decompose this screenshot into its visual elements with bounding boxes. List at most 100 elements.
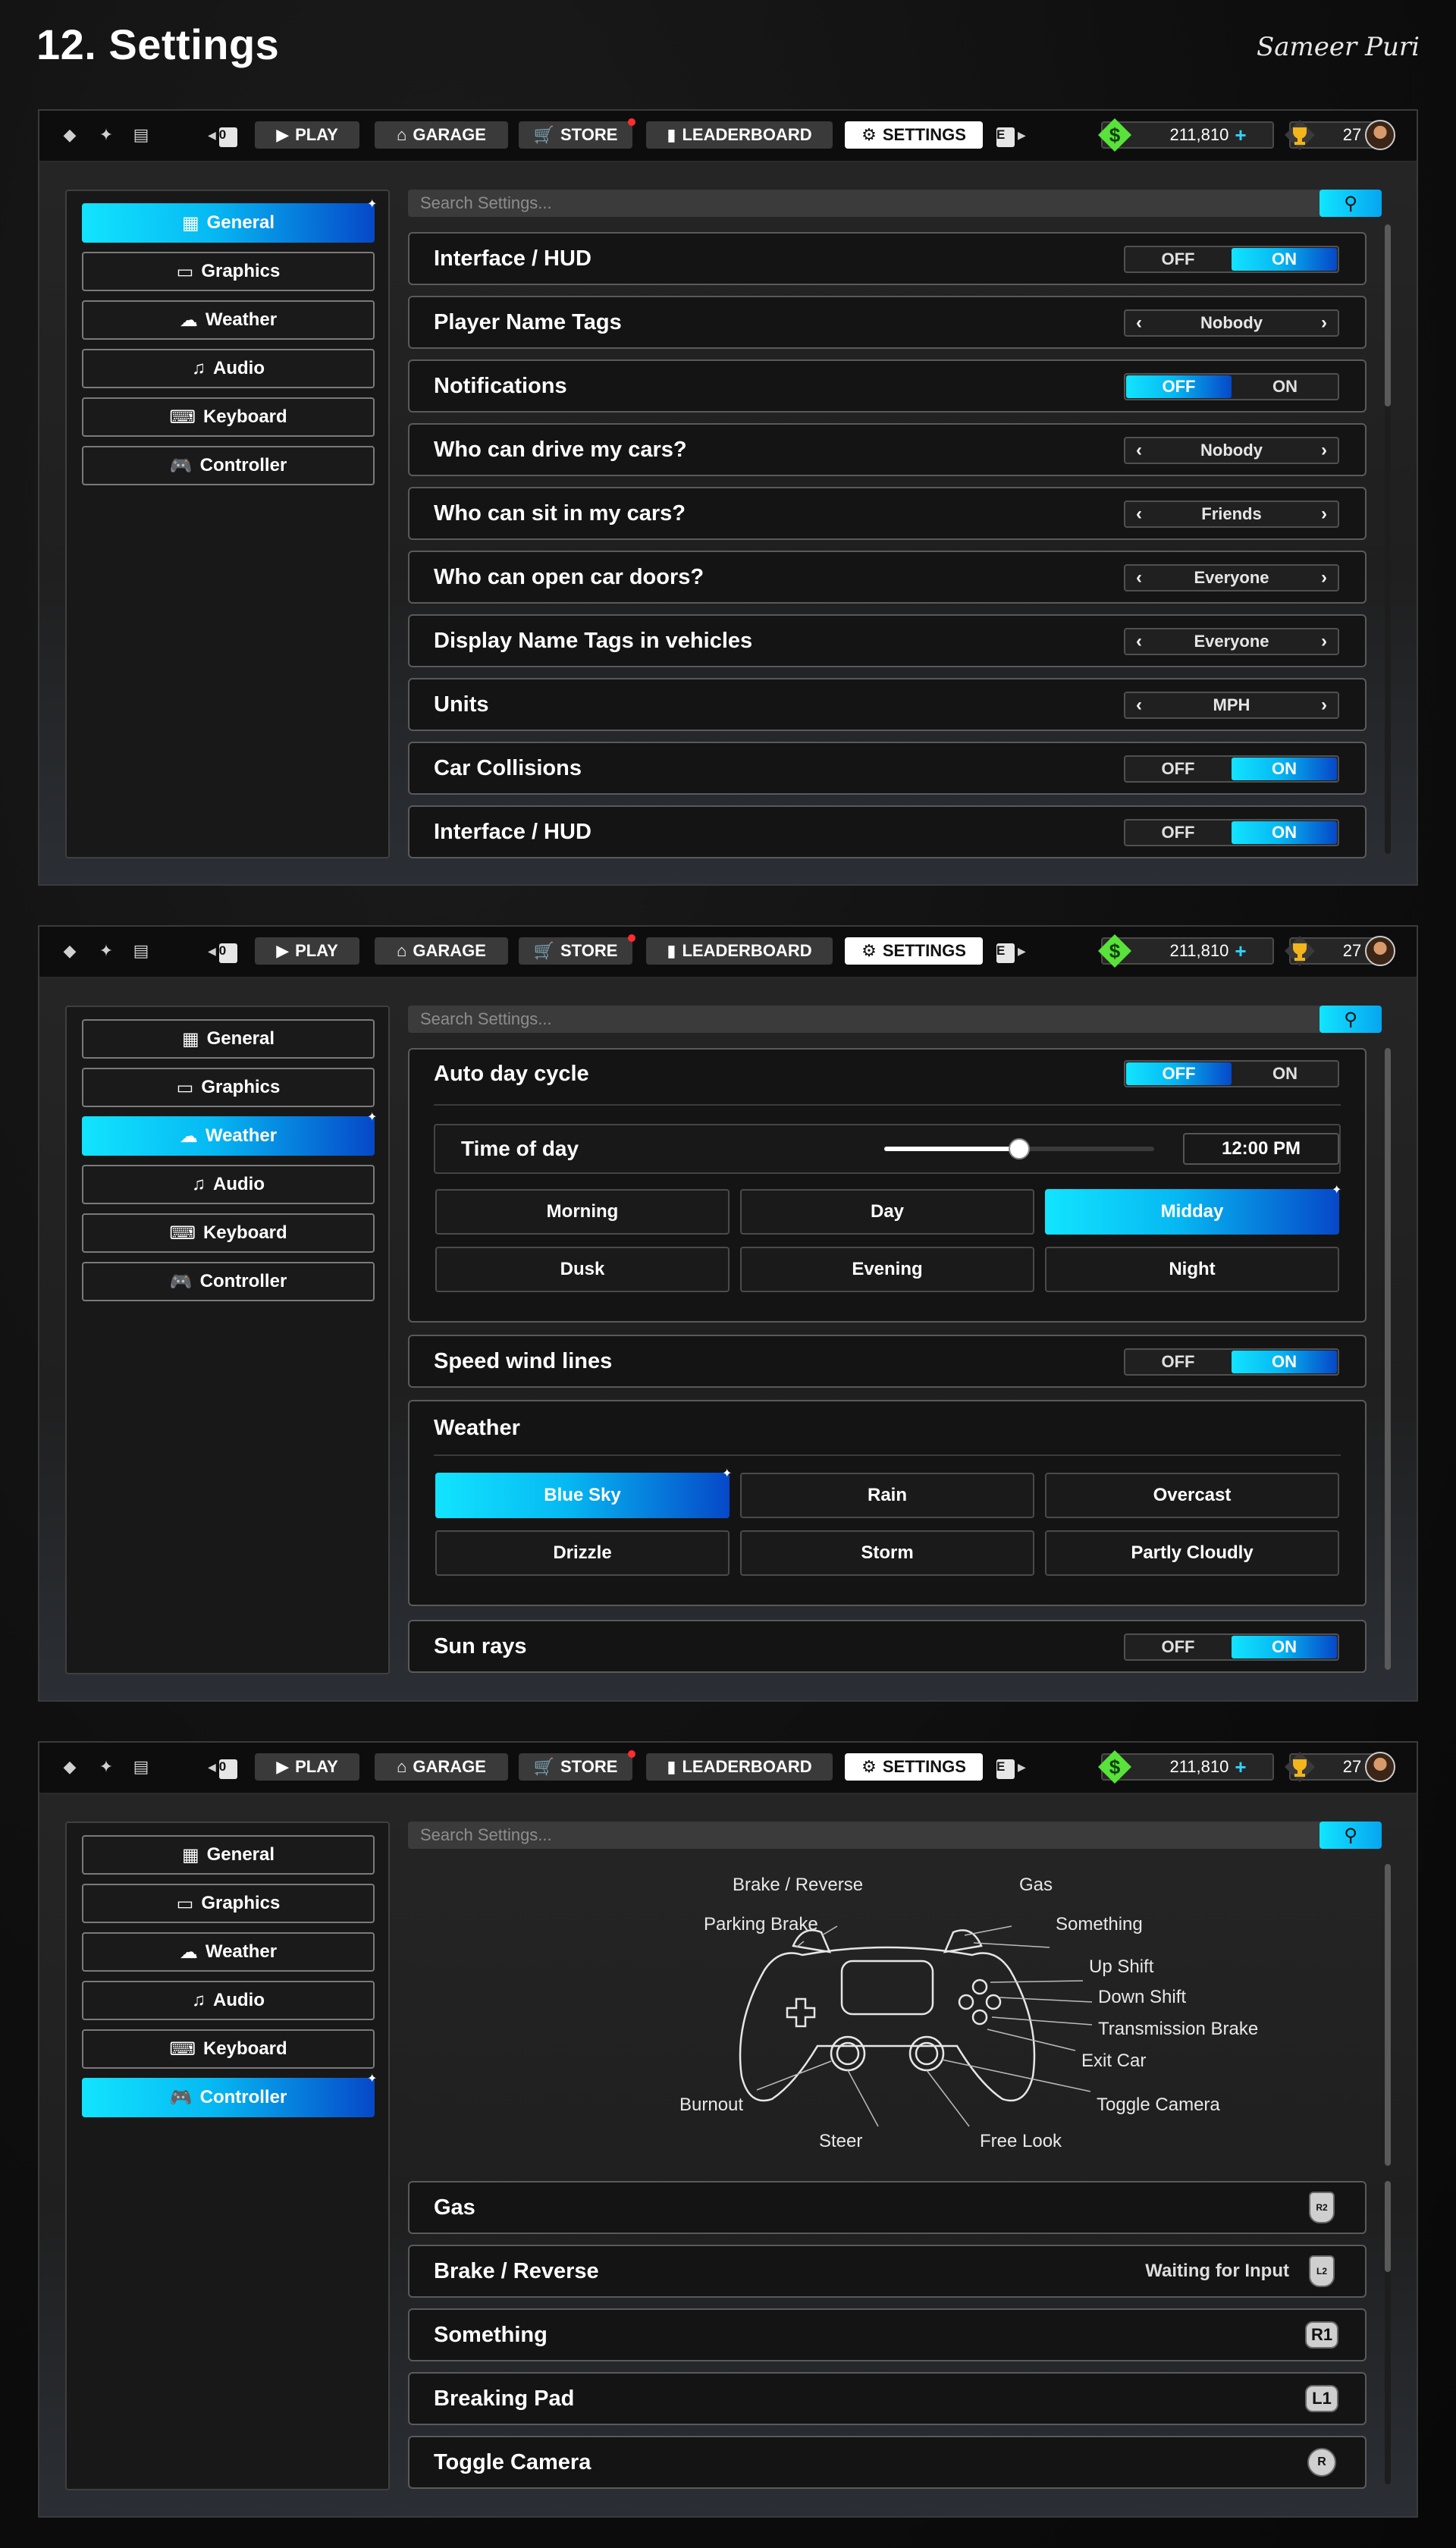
sidebar-item-graphics[interactable]: ▭ Graphics — [82, 252, 375, 291]
sidebar-item-keyboard[interactable]: ⌨ Keyboard — [82, 397, 375, 437]
chevron-left-icon[interactable]: ‹ — [1136, 440, 1142, 461]
chevron-left-icon[interactable]: ‹ — [1136, 312, 1142, 334]
weather-option-overcast[interactable]: Overcast — [1045, 1473, 1339, 1518]
roblox-logo-icon[interactable]: ◆ — [56, 121, 83, 149]
units-selector[interactable]: ‹ MPH › — [1124, 692, 1339, 719]
speed-wind-lines-toggle[interactable]: OFF ON — [1124, 1348, 1339, 1376]
chat-icon[interactable]: ▤ — [127, 121, 155, 149]
toggle-off[interactable]: OFF — [1125, 1350, 1231, 1374]
toggle-off[interactable]: OFF — [1125, 1635, 1231, 1659]
toggle-on[interactable]: ON — [1232, 1351, 1337, 1373]
time-of-day-slider[interactable] — [884, 1138, 1154, 1159]
chevron-right-icon[interactable]: › — [1321, 504, 1327, 525]
search-input[interactable]: Search Settings... — [408, 1822, 1360, 1849]
garage-tab[interactable]: ⌂ GARAGE — [375, 121, 508, 149]
toggle-off[interactable]: OFF — [1125, 757, 1231, 781]
store-tab[interactable]: 🛒 STORE — [519, 1750, 635, 1781]
interface-hud-toggle-2[interactable]: OFF ON — [1124, 819, 1339, 846]
search-button[interactable]: ⚲ — [1320, 190, 1382, 217]
scrollbar-thumb[interactable] — [1385, 1048, 1391, 1670]
play-tab[interactable]: ▶ PLAY — [255, 121, 359, 149]
sidebar-item-controller[interactable]: 🎮 Controller ✦ — [82, 2073, 377, 2117]
user-avatar[interactable] — [1365, 936, 1395, 966]
who-can-drive-selector[interactable]: ‹ Nobody › — [1124, 437, 1339, 464]
interface-hud-toggle[interactable]: OFF ON — [1124, 246, 1339, 273]
sidebar-item-general[interactable]: ▦ General ✦ — [82, 199, 377, 243]
scrollbar-thumb[interactable] — [1385, 224, 1391, 406]
binding-row-breaking-pad[interactable]: Breaking Pad L1 — [408, 2372, 1367, 2425]
car-collisions-toggle[interactable]: OFF ON — [1124, 755, 1339, 783]
leaderboard-tab[interactable]: ▮ LEADERBOARD — [646, 121, 833, 149]
gamepad-icon[interactable]: ✦ — [93, 1753, 120, 1781]
search-button[interactable]: ⚲ — [1320, 1822, 1382, 1849]
garage-tab[interactable]: ⌂ GARAGE — [375, 1753, 508, 1781]
search-button[interactable]: ⚲ — [1320, 1006, 1382, 1033]
time-of-day-value[interactable]: 12:00 PM — [1183, 1133, 1339, 1165]
binding-row-something[interactable]: Something R1 — [408, 2308, 1367, 2361]
sidebar-item-weather[interactable]: ☁ Weather — [82, 1932, 375, 1972]
scrollbar-thumb[interactable] — [1385, 1864, 1391, 2166]
settings-tab[interactable]: ⚙ SETTINGS — [845, 1753, 983, 1781]
weather-option-partly-cloudy[interactable]: Partly Cloudly — [1045, 1530, 1339, 1576]
garage-tab[interactable]: ⌂ GARAGE — [375, 937, 508, 965]
slider-knob[interactable] — [1009, 1138, 1030, 1159]
scrollbar[interactable] — [1385, 1048, 1391, 1670]
sun-rays-toggle[interactable]: OFF ON — [1124, 1633, 1339, 1661]
binding-row-brake-reverse[interactable]: Brake / Reverse Waiting for Input L2 — [408, 2245, 1367, 2298]
toggle-on[interactable]: ON — [1232, 375, 1338, 399]
sidebar-item-keyboard[interactable]: ⌨ Keyboard — [82, 2029, 375, 2069]
sidebar-item-general[interactable]: ▦ General — [82, 1835, 375, 1875]
scrollbar-thumb[interactable] — [1385, 2181, 1391, 2272]
weather-option-drizzle[interactable]: Drizzle — [435, 1530, 730, 1576]
roblox-logo-icon[interactable]: ◆ — [56, 937, 83, 965]
sidebar-item-weather[interactable]: ☁ Weather ✦ — [82, 1112, 377, 1156]
weather-option-rain[interactable]: Rain — [740, 1473, 1034, 1518]
binding-row-toggle-camera[interactable]: Toggle Camera R — [408, 2436, 1367, 2489]
store-tab[interactable]: 🛒 STORE — [519, 118, 635, 149]
who-can-open-doors-selector[interactable]: ‹ Everyone › — [1124, 564, 1339, 592]
sidebar-item-weather[interactable]: ☁ Weather — [82, 300, 375, 340]
time-option-night[interactable]: Night — [1045, 1247, 1339, 1292]
sidebar-item-graphics[interactable]: ▭ Graphics — [82, 1068, 375, 1107]
user-avatar[interactable] — [1365, 1752, 1395, 1782]
auto-day-cycle-toggle[interactable]: OFF ON — [1124, 1060, 1339, 1087]
time-option-evening[interactable]: Evening — [740, 1247, 1034, 1292]
scrollbar[interactable] — [1385, 224, 1391, 854]
weather-option-blue-sky[interactable]: Blue Sky ✦ — [435, 1468, 732, 1518]
settings-tab[interactable]: ⚙ SETTINGS — [845, 121, 983, 149]
chevron-left-icon[interactable]: ‹ — [1136, 631, 1142, 652]
search-input[interactable]: Search Settings... — [408, 190, 1360, 217]
diagram-scrollbar[interactable] — [1385, 1864, 1391, 2166]
toggle-off[interactable]: OFF — [1126, 375, 1232, 398]
toggle-off[interactable]: OFF — [1125, 247, 1231, 271]
time-option-dusk[interactable]: Dusk — [435, 1247, 730, 1292]
toggle-on[interactable]: ON — [1232, 1062, 1338, 1086]
chevron-left-icon[interactable]: ‹ — [1136, 504, 1142, 525]
chevron-right-icon[interactable]: › — [1321, 440, 1327, 461]
chevron-left-icon[interactable]: ‹ — [1136, 695, 1142, 716]
add-currency-icon[interactable]: + — [1235, 1756, 1246, 1779]
toggle-off[interactable]: OFF — [1125, 821, 1231, 845]
notifications-toggle[interactable]: OFF ON — [1124, 373, 1339, 400]
sidebar-item-graphics[interactable]: ▭ Graphics — [82, 1884, 375, 1923]
sidebar-item-audio[interactable]: ♫ Audio — [82, 1981, 375, 2020]
sidebar-item-audio[interactable]: ♫ Audio — [82, 349, 375, 388]
player-name-tags-selector[interactable]: ‹ Nobody › — [1124, 309, 1339, 337]
leaderboard-tab[interactable]: ▮ LEADERBOARD — [646, 1753, 833, 1781]
time-option-day[interactable]: Day — [740, 1189, 1034, 1235]
chevron-right-icon[interactable]: › — [1321, 631, 1327, 652]
binding-row-gas[interactable]: Gas R2 — [408, 2181, 1367, 2234]
add-currency-icon[interactable]: + — [1235, 940, 1246, 963]
toggle-on[interactable]: ON — [1232, 248, 1337, 271]
settings-tab[interactable]: ⚙ SETTINGS — [845, 937, 983, 965]
gamepad-icon[interactable]: ✦ — [93, 121, 120, 149]
play-tab[interactable]: ▶ PLAY — [255, 937, 359, 965]
sidebar-item-audio[interactable]: ♫ Audio — [82, 1165, 375, 1204]
toggle-on[interactable]: ON — [1232, 1636, 1337, 1658]
play-tab[interactable]: ▶ PLAY — [255, 1753, 359, 1781]
sidebar-item-general[interactable]: ▦ General — [82, 1019, 375, 1059]
sidebar-item-controller[interactable]: 🎮 Controller — [82, 446, 375, 485]
toggle-off[interactable]: OFF — [1126, 1062, 1232, 1085]
chat-icon[interactable]: ▤ — [127, 937, 155, 965]
add-currency-icon[interactable]: + — [1235, 124, 1246, 147]
